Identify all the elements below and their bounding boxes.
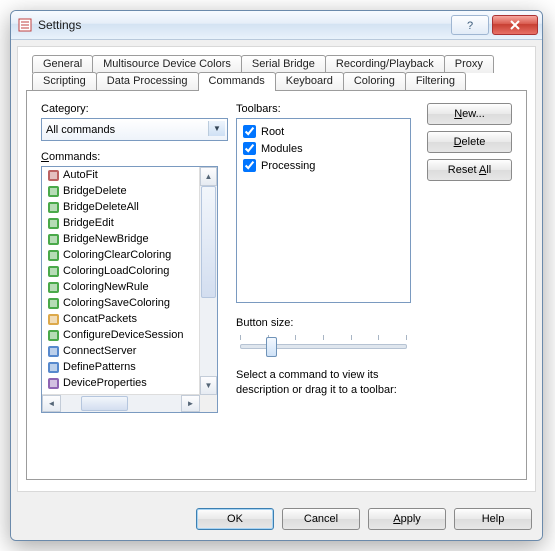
tab-recording-playback[interactable]: Recording/Playback <box>325 55 445 73</box>
tab-panel-commands: Category: All commands ▼ Commands: AutoF… <box>26 90 527 480</box>
scroll-up-icon[interactable]: ▲ <box>200 167 217 186</box>
command-icon <box>46 248 60 262</box>
titlebar[interactable]: Settings ? <box>11 11 542 40</box>
description-text: Select a command to view its description… <box>236 368 411 398</box>
help-button[interactable]: ? <box>451 15 489 35</box>
settings-dialog: Settings ? GeneralMultisource Device Col… <box>10 10 543 541</box>
button-size-label: Button size: <box>236 317 411 329</box>
scroll-right-icon[interactable]: ► <box>181 395 200 412</box>
scroll-thumb[interactable] <box>201 186 216 298</box>
list-item[interactable]: BridgeEdit <box>42 215 200 231</box>
list-item[interactable]: DefinePatterns <box>42 359 200 375</box>
horizontal-scrollbar[interactable]: ◄ ► <box>42 394 200 412</box>
command-icon <box>46 328 60 342</box>
scroll-down-icon[interactable]: ▼ <box>200 376 217 395</box>
tab-data-processing[interactable]: Data Processing <box>96 72 199 91</box>
category-combobox[interactable]: All commands ▼ <box>41 118 228 141</box>
command-icon <box>46 184 60 198</box>
list-item[interactable]: ColoringLoadColoring <box>42 263 200 279</box>
tab-proxy[interactable]: Proxy <box>444 55 494 73</box>
command-icon <box>46 312 60 326</box>
command-label: ConcatPackets <box>63 313 137 325</box>
command-icon <box>46 232 60 246</box>
list-item[interactable]: ColoringSaveColoring <box>42 295 200 311</box>
command-icon <box>46 296 60 310</box>
svg-text:?: ? <box>467 20 473 31</box>
new-button[interactable]: New... <box>427 103 512 125</box>
command-label: ColoringClearColoring <box>63 249 171 261</box>
command-label: ColoringLoadColoring <box>63 265 169 277</box>
toolbar-label: Root <box>261 126 284 138</box>
cancel-button[interactable]: Cancel <box>282 508 360 530</box>
slider-thumb[interactable] <box>266 337 277 357</box>
toolbar-checkbox[interactable] <box>243 125 256 138</box>
tab-filtering[interactable]: Filtering <box>405 72 466 91</box>
list-item[interactable]: BridgeDeleteAll <box>42 199 200 215</box>
list-item[interactable]: ConfigureDeviceSession <box>42 327 200 343</box>
command-label: ColoringNewRule <box>63 281 149 293</box>
ok-button[interactable]: OK <box>196 508 274 530</box>
command-icon <box>46 264 60 278</box>
list-item[interactable]: DeviceProperties <box>42 375 200 391</box>
category-label: Category: <box>41 103 218 115</box>
command-icon <box>46 360 60 374</box>
command-icon <box>46 216 60 230</box>
command-icon <box>46 344 60 358</box>
tab-serial-bridge[interactable]: Serial Bridge <box>241 55 326 73</box>
toolbar-checkbox[interactable] <box>243 159 256 172</box>
tab-general[interactable]: General <box>32 55 93 73</box>
command-label: BridgeNewBridge <box>63 233 149 245</box>
category-value: All commands <box>46 124 115 136</box>
delete-button[interactable]: Delete <box>427 131 512 153</box>
toolbar-item[interactable]: Modules <box>243 140 404 157</box>
list-item[interactable]: BridgeNewBridge <box>42 231 200 247</box>
toolbar-label: Processing <box>261 160 315 172</box>
command-icon <box>46 376 60 390</box>
tab-multisource-device-colors[interactable]: Multisource Device Colors <box>92 55 242 73</box>
command-label: DefinePatterns <box>63 361 136 373</box>
hscroll-thumb[interactable] <box>81 396 128 411</box>
apply-button[interactable]: Apply <box>368 508 446 530</box>
toolbars-label: Toolbars: <box>236 103 411 115</box>
command-icon <box>46 200 60 214</box>
client-area: GeneralMultisource Device ColorsSerial B… <box>17 46 536 492</box>
list-item[interactable]: ColoringClearColoring <box>42 247 200 263</box>
command-label: ConnectServer <box>63 345 136 357</box>
commands-listbox[interactable]: AutoFit BridgeDelete BridgeDeleteAll Bridge… <box>41 166 218 413</box>
tab-scripting[interactable]: Scripting <box>32 72 97 91</box>
toolbar-checkbox[interactable] <box>243 142 256 155</box>
close-button[interactable] <box>492 15 538 35</box>
command-label: DeviceProperties <box>63 377 147 389</box>
list-item[interactable]: ConcatPackets <box>42 311 200 327</box>
list-item[interactable]: ConnectServer <box>42 343 200 359</box>
vertical-scrollbar[interactable]: ▲ ▼ <box>199 167 217 395</box>
list-item[interactable]: AutoFit <box>42 167 200 183</box>
command-label: ConfigureDeviceSession <box>63 329 183 341</box>
command-icon <box>46 280 60 294</box>
app-icon <box>17 17 33 33</box>
command-label: BridgeDelete <box>63 185 127 197</box>
tab-commands[interactable]: Commands <box>198 72 276 91</box>
tab-coloring[interactable]: Coloring <box>343 72 406 91</box>
toolbar-item[interactable]: Processing <box>243 157 404 174</box>
chevron-down-icon: ▼ <box>208 121 225 136</box>
help-dialog-button[interactable]: Help <box>454 508 532 530</box>
reset-all-button[interactable]: Reset All <box>427 159 512 181</box>
dialog-buttons: OK Cancel Apply Help <box>11 498 542 540</box>
toolbar-label: Modules <box>261 143 303 155</box>
window-title: Settings <box>38 18 451 32</box>
toolbar-item[interactable]: Root <box>243 123 404 140</box>
command-label: BridgeEdit <box>63 217 114 229</box>
command-icon <box>46 168 60 182</box>
commands-label: Commands: <box>41 151 218 163</box>
command-label: AutoFit <box>63 169 98 181</box>
list-item[interactable]: ColoringNewRule <box>42 279 200 295</box>
command-label: ColoringSaveColoring <box>63 297 170 309</box>
list-item[interactable]: BridgeDelete <box>42 183 200 199</box>
button-size-slider[interactable] <box>236 332 411 358</box>
tab-keyboard[interactable]: Keyboard <box>275 72 344 91</box>
command-label: BridgeDeleteAll <box>63 201 139 213</box>
toolbars-listbox[interactable]: Root Modules Processing <box>236 118 411 303</box>
scroll-left-icon[interactable]: ◄ <box>42 395 61 412</box>
